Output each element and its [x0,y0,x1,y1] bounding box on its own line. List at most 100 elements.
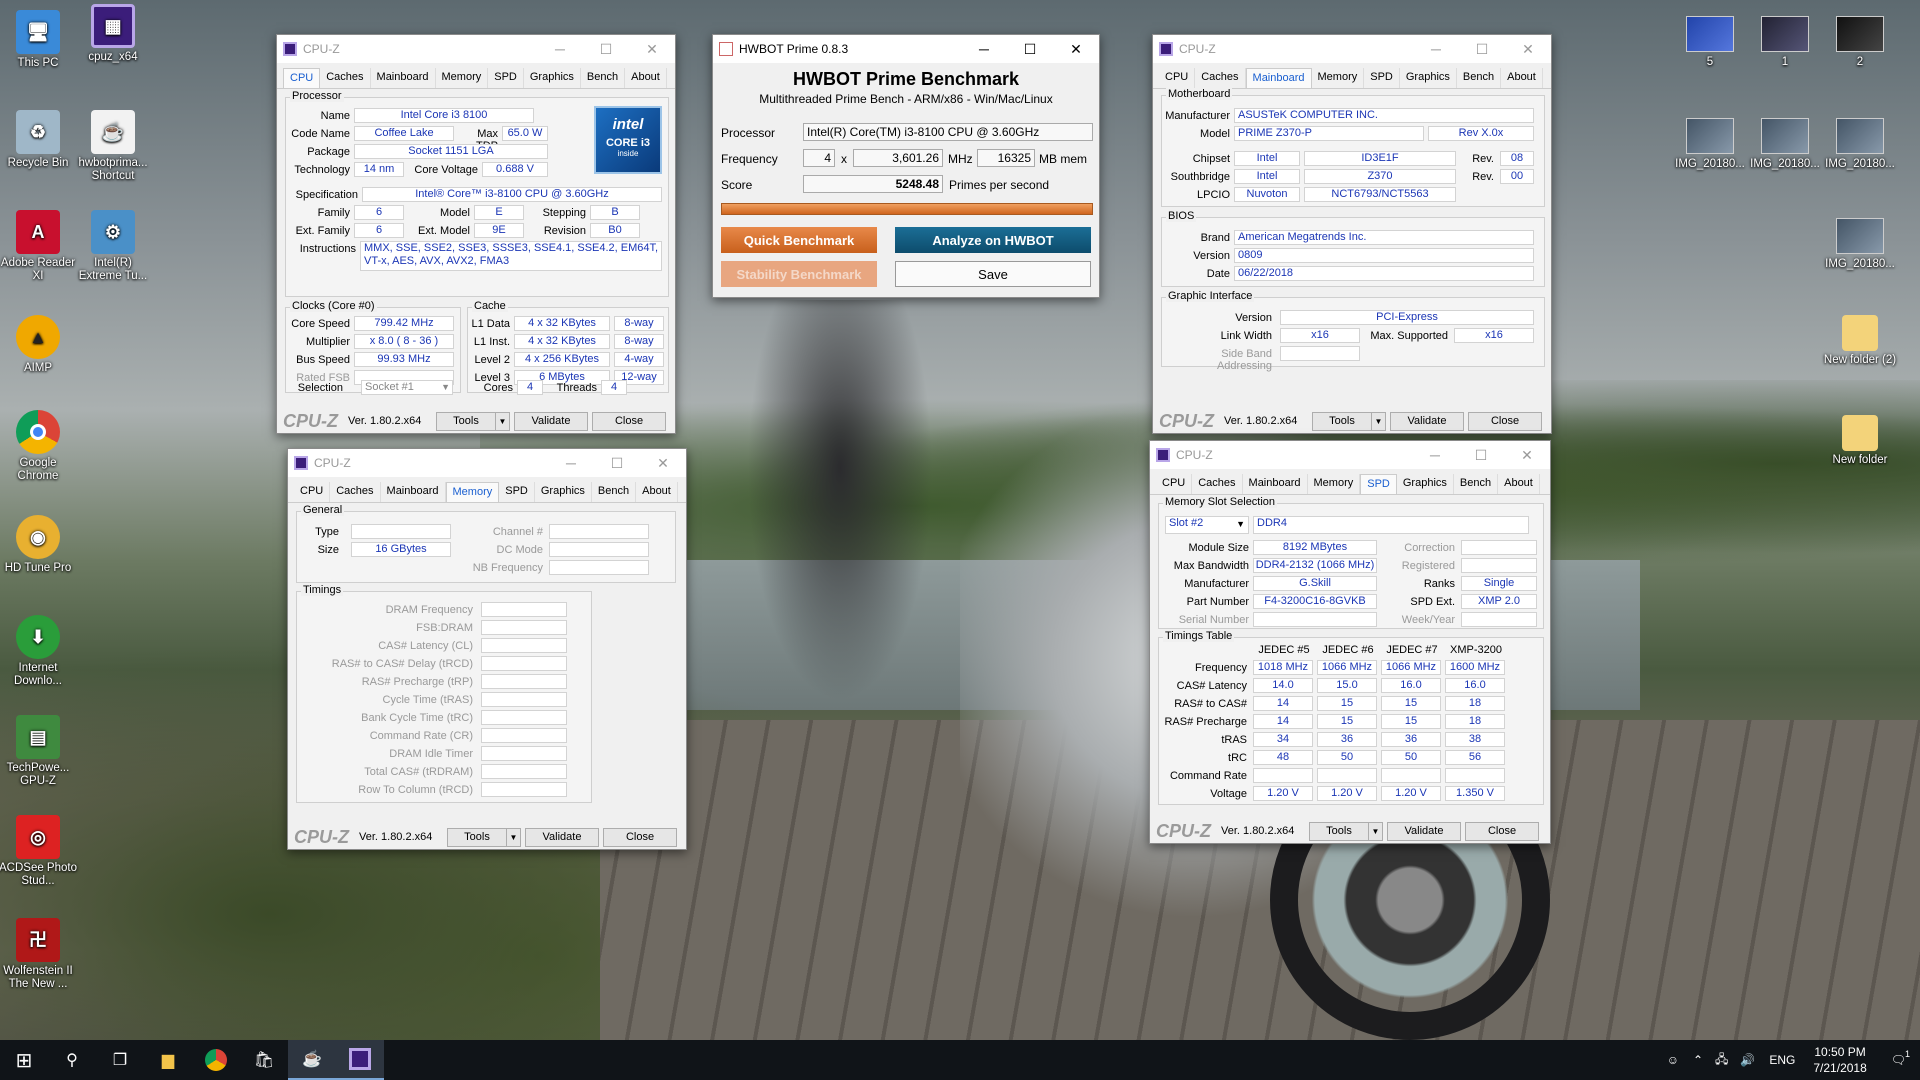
desktop-icon-hwbot-shortcut[interactable]: ☕ hwbotprima... Shortcut [73,110,153,183]
desktop-icon-hd-tune[interactable]: ◉ HD Tune Pro [0,515,78,575]
desktop-icon-folder-1[interactable]: 1 [1745,16,1825,69]
desktop-icon-new-folder-2[interactable]: New folder (2) [1820,315,1900,367]
validate-button[interactable]: Validate [514,411,588,431]
desktop-icon-aimp[interactable]: ▲ AIMP [0,315,78,375]
slot-select[interactable]: Slot #2 ▼ [1165,516,1249,534]
tab-cpu[interactable]: CPU [283,68,321,88]
maximize-button[interactable]: ☐ [583,35,629,63]
desktop-icon-img-3[interactable]: IMG_20180... [1820,118,1900,171]
tab-mainboard[interactable]: Mainboard [381,482,446,502]
close-icon[interactable]: ✕ [1505,35,1551,63]
desktop-icon-recycle-bin[interactable]: ♻ Recycle Bin [0,110,78,170]
tab-caches[interactable]: Caches [330,482,381,502]
analyze-on-hwbot-button[interactable]: Analyze on HWBOT [895,227,1091,253]
desktop-icon-idm[interactable]: ⬇ Internet Downlo... [0,615,78,688]
tab-graphics[interactable]: Graphics [524,68,581,88]
tab-cpu[interactable]: CPU [1156,474,1193,494]
desktop-icon-new-folder[interactable]: New folder [1820,415,1900,467]
close-icon[interactable]: ✕ [629,35,675,63]
close-button[interactable]: Close [603,827,677,847]
close-button[interactable]: Close [1465,821,1539,841]
tools-button[interactable]: Tools ▼ [1309,821,1383,841]
tab-about[interactable]: About [1498,474,1540,494]
validate-button[interactable]: Validate [525,827,599,847]
desktop-icon-gpuz[interactable]: ▤ TechPowe... GPU-Z [0,715,78,788]
input-language[interactable]: ENG [1761,1053,1803,1067]
people-icon[interactable]: ☺ [1659,1053,1687,1067]
tab-memory[interactable]: Memory [445,482,500,502]
tab-caches[interactable]: Caches [1192,474,1243,494]
tools-button[interactable]: Tools ▼ [447,827,521,847]
close-icon[interactable]: ✕ [640,449,686,477]
desktop-icon-this-pc[interactable]: 🖥 This PC [0,10,78,70]
tab-spd[interactable]: SPD [1364,68,1400,88]
chevron-up-icon[interactable]: ⌃ [1687,1053,1709,1067]
start-button[interactable]: ⊞ [0,1040,48,1080]
maximize-button[interactable]: ☐ [594,449,640,477]
close-button[interactable]: Close [1468,411,1542,431]
desktop-icon-cpuz[interactable]: ▦ cpuz_x64 [73,4,153,64]
cpuz-taskbar-icon[interactable] [336,1040,384,1080]
tab-cpu[interactable]: CPU [1159,68,1196,88]
desktop-icon-folder-5[interactable]: 5 [1670,16,1750,69]
tab-caches[interactable]: Caches [320,68,371,88]
tab-bench[interactable]: Bench [1457,68,1502,88]
tab-about[interactable]: About [625,68,667,88]
desktop-icon-chrome[interactable]: Google Chrome [0,410,78,483]
save-button[interactable]: Save [895,261,1091,287]
maximize-button[interactable]: ☐ [1007,35,1053,63]
minimize-button[interactable]: ─ [961,35,1007,63]
desktop-icon-img-2[interactable]: IMG_20180... [1745,118,1825,171]
tab-mainboard[interactable]: Mainboard [1245,68,1312,88]
close-icon[interactable]: ✕ [1504,441,1550,469]
maximize-button[interactable]: ☐ [1458,441,1504,469]
minimize-button[interactable]: ─ [1412,441,1458,469]
network-icon[interactable]: 🖧 [1709,1050,1734,1071]
tab-graphics[interactable]: Graphics [1397,474,1454,494]
tab-about[interactable]: About [636,482,678,502]
tab-bench[interactable]: Bench [581,68,626,88]
hwbot-taskbar-icon[interactable]: ☕ [288,1040,336,1080]
desktop-icon-img-4[interactable]: IMG_20180... [1820,218,1900,271]
tab-mainboard[interactable]: Mainboard [1243,474,1308,494]
clock[interactable]: 10:50 PM 7/21/2018 [1803,1044,1876,1076]
tab-graphics[interactable]: Graphics [1400,68,1457,88]
tab-about[interactable]: About [1501,68,1543,88]
search-icon[interactable]: ⚲ [48,1040,96,1080]
tab-spd[interactable]: SPD [499,482,535,502]
tab-caches[interactable]: Caches [1195,68,1246,88]
desktop-icon-adobe-reader[interactable]: A Adobe Reader XI [0,210,78,283]
tab-graphics[interactable]: Graphics [535,482,592,502]
tab-spd[interactable]: SPD [1360,474,1397,494]
minimize-button[interactable]: ─ [537,35,583,63]
tools-button[interactable]: Tools ▼ [1312,411,1386,431]
tab-bench[interactable]: Bench [592,482,637,502]
tab-mainboard[interactable]: Mainboard [371,68,436,88]
tab-memory[interactable]: Memory [1312,68,1365,88]
validate-button[interactable]: Validate [1387,821,1461,841]
file-explorer-icon[interactable]: ▆ [144,1040,192,1080]
chrome-taskbar-icon[interactable] [192,1040,240,1080]
tab-memory[interactable]: Memory [436,68,489,88]
desktop-icon-img-1[interactable]: IMG_20180... [1670,118,1750,171]
stability-benchmark-button[interactable]: Stability Benchmark [721,261,877,287]
socket-select[interactable]: Socket #1 ▼ [361,380,453,395]
tab-memory[interactable]: Memory [1308,474,1361,494]
tab-bench[interactable]: Bench [1454,474,1499,494]
volume-icon[interactable]: 🔊 [1734,1053,1761,1067]
minimize-button[interactable]: ─ [1413,35,1459,63]
tools-button[interactable]: Tools ▼ [436,411,510,431]
quick-benchmark-button[interactable]: Quick Benchmark [721,227,877,253]
store-icon[interactable]: 🛍 [240,1040,288,1080]
desktop-icon-folder-2[interactable]: 2 [1820,16,1900,69]
desktop-icon-wolfenstein[interactable]: 卍 Wolfenstein II The New ... [0,918,78,991]
desktop-icon-intel-xtu[interactable]: ⚙ Intel(R) Extreme Tu... [73,210,153,283]
desktop-icon-acdsee[interactable]: ◎ ACDSee Photo Stud... [0,815,78,888]
close-icon[interactable]: ✕ [1053,35,1099,63]
minimize-button[interactable]: ─ [548,449,594,477]
tab-cpu[interactable]: CPU [294,482,331,502]
validate-button[interactable]: Validate [1390,411,1464,431]
close-button[interactable]: Close [592,411,666,431]
maximize-button[interactable]: ☐ [1459,35,1505,63]
tab-spd[interactable]: SPD [488,68,524,88]
